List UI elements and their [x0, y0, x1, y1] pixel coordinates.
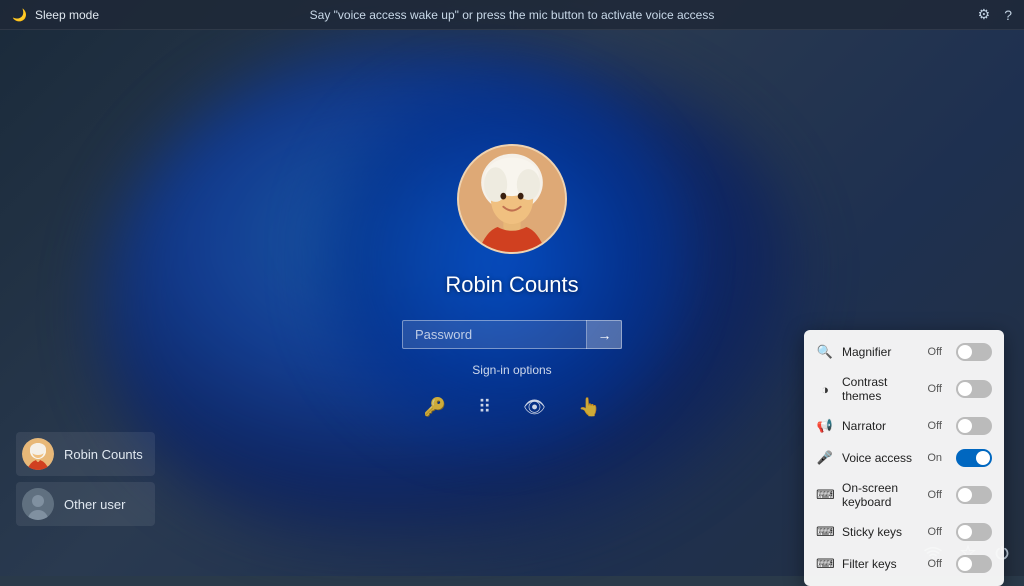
top-bar: 🌙 Sleep mode Say "voice access wake up" … — [0, 0, 1024, 30]
accessibility-label-0: Magnifier — [842, 345, 920, 359]
accessibility-toggle-3[interactable] — [956, 449, 992, 467]
password-field-wrapper: → — [402, 320, 622, 349]
login-username: Robin Counts — [445, 272, 578, 298]
accessibility-toggle-knob-6 — [958, 557, 972, 571]
fingerprint-signin-icon[interactable]: 👆 — [574, 393, 604, 422]
pin-signin-icon[interactable]: ⠿ — [474, 393, 495, 422]
accessibility-item-4[interactable]: ⌨ On-screen keyboard Off — [804, 474, 1004, 516]
accessibility-status-1: Off — [928, 383, 942, 395]
accessibility-status-2: Off — [928, 420, 942, 432]
accessibility-toggle-6[interactable] — [956, 555, 992, 573]
accessibility-item-0[interactable]: 🔍 Magnifier Off — [804, 336, 1004, 368]
settings-icon[interactable]: ⚙ — [978, 6, 991, 23]
accessibility-toggle-5[interactable] — [956, 523, 992, 541]
iris-signin-icon[interactable]: 👁 — [519, 393, 550, 422]
accessibility-status-0: Off — [928, 346, 942, 358]
accessibility-status-6: Off — [928, 558, 942, 570]
avatar — [457, 144, 567, 254]
accessibility-status-3: On — [927, 452, 942, 464]
accessibility-toggle-knob-3 — [976, 451, 990, 465]
accessibility-label-3: Voice access — [842, 451, 919, 465]
user-item-robin[interactable]: Robin Counts — [16, 432, 155, 476]
sleep-mode-label: Sleep mode — [35, 8, 99, 22]
sleep-icon: 🌙 — [12, 8, 27, 22]
accessibility-icon-1: ◑ — [816, 382, 834, 397]
accessibility-item-6[interactable]: ⌨ Filter keys Off — [804, 548, 1004, 580]
accessibility-label-1: Contrast themes — [842, 375, 920, 403]
accessibility-toggle-knob-2 — [958, 419, 972, 433]
password-submit-button[interactable]: → — [586, 320, 622, 349]
accessibility-icon-3: 🎤 — [816, 450, 834, 466]
bottom-users-list: Robin Counts Other user — [16, 432, 155, 526]
accessibility-item-1[interactable]: ◑ Contrast themes Off — [804, 368, 1004, 410]
accessibility-toggle-knob-0 — [958, 345, 972, 359]
top-bar-left: 🌙 Sleep mode — [12, 8, 99, 22]
accessibility-panel: 🔍 Magnifier Off ◑ Contrast themes Off 📢 Narrato… — [804, 330, 1004, 586]
key-signin-icon[interactable]: 🔑 — [420, 393, 450, 422]
accessibility-toggle-knob-5 — [958, 525, 972, 539]
accessibility-toggle-knob-4 — [958, 488, 972, 502]
user-item-other-name: Other user — [64, 497, 125, 512]
accessibility-toggle-0[interactable] — [956, 343, 992, 361]
accessibility-status-4: Off — [928, 489, 942, 501]
accessibility-label-4: On-screen keyboard — [842, 481, 920, 509]
voice-hint-text: Say "voice access wake up" or press the … — [310, 8, 715, 22]
accessibility-toggle-1[interactable] — [956, 380, 992, 398]
accessibility-icon-5: ⌨ — [816, 524, 834, 540]
accessibility-status-5: Off — [928, 526, 942, 538]
accessibility-toggle-knob-1 — [958, 382, 972, 396]
user-item-robin-name: Robin Counts — [64, 447, 143, 462]
accessibility-icon-2: 📢 — [816, 418, 834, 434]
help-icon[interactable]: ? — [1004, 7, 1012, 23]
accessibility-toggle-4[interactable] — [956, 486, 992, 504]
user-thumb-other — [22, 488, 54, 520]
sign-in-options-link[interactable]: Sign-in options — [472, 363, 551, 377]
accessibility-icon-0: 🔍 — [816, 344, 834, 360]
user-thumb-robin — [22, 438, 54, 470]
accessibility-icon-6: ⌨ — [816, 556, 834, 572]
accessibility-label-2: Narrator — [842, 419, 920, 433]
accessibility-toggle-2[interactable] — [956, 417, 992, 435]
accessibility-label-6: Filter keys — [842, 557, 920, 571]
accessibility-item-2[interactable]: 📢 Narrator Off — [804, 410, 1004, 442]
signin-icons-row: 🔑 ⠿ 👁 👆 — [420, 393, 605, 422]
top-bar-right: ⚙ ? — [978, 6, 1012, 23]
accessibility-rows: 🔍 Magnifier Off ◑ Contrast themes Off 📢 Narrato… — [804, 336, 1004, 580]
accessibility-item-5[interactable]: ⌨ Sticky keys Off — [804, 516, 1004, 548]
accessibility-label-5: Sticky keys — [842, 525, 920, 539]
accessibility-item-3[interactable]: 🎤 Voice access On — [804, 442, 1004, 474]
user-item-other[interactable]: Other user — [16, 482, 155, 526]
accessibility-icon-4: ⌨ — [816, 487, 834, 503]
